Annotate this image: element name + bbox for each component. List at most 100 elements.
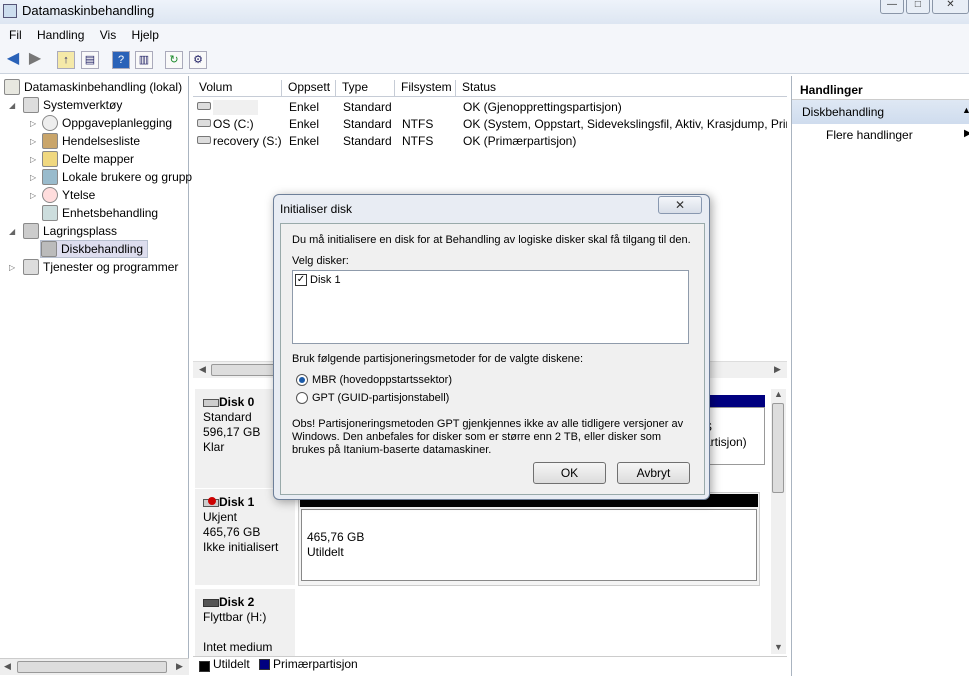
mbr-option[interactable]: MBR (hovedoppstartssektor) <box>296 374 452 387</box>
ok-button[interactable]: OK <box>533 462 606 484</box>
submenu-arrow-icon[interactable]: ▶ <box>964 128 969 139</box>
maximize-button[interactable]: □ <box>905 0 930 14</box>
scroll-left-icon[interactable]: ◀ <box>199 364 206 375</box>
legend-primary: Primærpartisjon <box>273 657 358 671</box>
disk1-label[interactable]: Disk 1 Ukjent 465,76 GB Ikke initialiser… <box>195 489 295 585</box>
volume-type: Standard <box>343 100 392 114</box>
back-arrow-icon[interactable]: ◀ <box>4 51 22 69</box>
disk2-label[interactable]: Disk 2 Flyttbar (H:) Intet medium <box>195 589 295 659</box>
collapse-arrow-icon[interactable]: ◢ <box>9 101 15 110</box>
volume-row[interactable]: Enkel Standard OK (Gjenopprettingspartis… <box>193 99 787 116</box>
actions-section-disk-management[interactable]: Diskbehandling ▲ <box>792 100 969 124</box>
tree-systemtools[interactable]: Systemverktøy <box>23 96 122 114</box>
expand-arrow-icon[interactable]: ▷ <box>9 263 15 272</box>
tree-item-task-scheduler[interactable]: Oppgaveplanlegging <box>42 114 172 132</box>
dialog-body: Du må initialisere en disk for at Behand… <box>280 223 705 495</box>
volume-layout: Enkel <box>289 100 320 114</box>
more-actions-link[interactable]: Flere handlinger <box>826 128 913 142</box>
refresh-icon[interactable]: ↻ <box>165 51 183 69</box>
expand-arrow-icon[interactable]: ▷ <box>30 119 36 128</box>
disk-pane-scroll-thumb[interactable] <box>772 403 784 493</box>
services-icon <box>23 259 39 275</box>
volume-status: OK (Gjenopprettingspartisjon) <box>463 100 622 114</box>
expand-arrow-icon[interactable]: ▷ <box>30 137 36 146</box>
menu-action[interactable]: Handling <box>31 24 90 42</box>
tree-item-label: Oppgaveplanlegging <box>62 116 173 130</box>
tree-horizontal-scrollbar[interactable]: ◀ ▶ <box>0 658 189 675</box>
disk2-type: Flyttbar (H:) <box>203 610 267 624</box>
actions-pane: Handlinger Diskbehandling ▲ Flere handli… <box>791 76 969 676</box>
tree-item-event-viewer[interactable]: Hendelsesliste <box>42 132 140 150</box>
tree-storage[interactable]: Lagringsplass <box>23 222 117 240</box>
event-log-icon <box>42 133 58 149</box>
tree-item-performance[interactable]: Ytelse <box>42 186 95 204</box>
scroll-down-icon[interactable]: ▼ <box>774 642 783 652</box>
collapse-arrow-icon[interactable]: ◢ <box>9 227 15 236</box>
scroll-right-icon[interactable]: ▶ <box>176 661 183 672</box>
disk1-status: Ikke initialisert <box>203 540 279 554</box>
column-volume[interactable]: Volum <box>193 80 282 97</box>
scroll-up-icon[interactable]: ▲ <box>774 389 783 399</box>
tree-scroll-thumb[interactable] <box>17 661 167 673</box>
column-status[interactable]: Status <box>456 80 787 97</box>
volume-name: recovery (S:) <box>213 134 282 148</box>
tree-storage-label: Lagringsplass <box>43 224 118 238</box>
column-type[interactable]: Type <box>336 80 395 97</box>
volume-row[interactable]: OS (C:) Enkel Standard NTFS OK (System, … <box>193 116 787 133</box>
up-folder-icon[interactable]: ↑ <box>57 51 75 69</box>
tree-item-disk-management[interactable]: Diskbehandling <box>40 240 149 258</box>
disk1-partition-size: 465,76 GB <box>307 530 365 544</box>
cancel-button[interactable]: Avbryt <box>617 462 690 484</box>
partition-method-label: Bruk følgende partisjoneringsmetoder for… <box>292 353 584 365</box>
volume-status: OK (Primærpartisjon) <box>463 134 577 148</box>
disk-management-icon <box>41 241 57 257</box>
mbr-radio[interactable] <box>296 374 308 387</box>
tree-item-shared-folders[interactable]: Delte mapper <box>42 150 134 168</box>
dialog-title: Initialiser disk <box>280 202 353 216</box>
disk2-name: Disk 2 <box>219 595 255 609</box>
collapse-section-icon[interactable]: ▲ <box>962 105 969 115</box>
clock-icon <box>42 115 58 131</box>
properties-icon[interactable]: ⚙ <box>189 51 207 69</box>
expand-arrow-icon[interactable]: ▷ <box>30 191 36 200</box>
volume-status: OK (System, Oppstart, Sidevekslingsfil, … <box>463 117 787 131</box>
show-hide-tree-icon[interactable]: ▤ <box>81 51 99 69</box>
menu-view[interactable]: Vis <box>94 24 122 42</box>
column-filesystem[interactable]: Filsystem <box>395 80 456 97</box>
menu-file[interactable]: Fil <box>0 24 28 42</box>
gpt-radio[interactable] <box>296 392 308 405</box>
legend-unallocated-swatch <box>199 661 210 673</box>
disk1-partition[interactable]: 465,76 GB Utildelt <box>301 509 757 581</box>
action-pane-icon[interactable]: ▥ <box>135 51 153 69</box>
disk1-checkbox[interactable]: ✓ <box>295 274 307 287</box>
disk-list-item-label: Disk 1 <box>310 274 341 286</box>
expand-arrow-icon[interactable]: ▷ <box>30 173 36 182</box>
volume-layout: Enkel <box>289 134 320 148</box>
disk1-size: 465,76 GB <box>203 525 261 539</box>
help-icon[interactable]: ? <box>112 51 130 69</box>
disk2-status: Intet medium <box>203 640 273 654</box>
forward-arrow-icon[interactable]: ▶ <box>26 51 44 69</box>
volume-row[interactable]: recovery (S:) Enkel Standard NTFS OK (Pr… <box>193 133 787 150</box>
computer-icon <box>4 79 20 95</box>
expand-arrow-icon[interactable]: ▷ <box>30 155 36 164</box>
menu-help[interactable]: Hjelp <box>126 24 165 42</box>
close-window-button[interactable]: ✕ <box>931 0 969 14</box>
minimize-button[interactable]: — <box>880 0 904 14</box>
tree-item-local-users[interactable]: Lokale brukere og grupp <box>42 168 192 186</box>
gpt-option[interactable]: GPT (GUID-partisjonstabell) <box>296 392 449 405</box>
disk-pane-vertical-scrollbar[interactable]: ▲ ▼ <box>771 389 786 654</box>
disk0-status: Klar <box>203 440 225 454</box>
tree-item-device-manager[interactable]: Enhetsbehandling <box>42 204 158 222</box>
tools-icon <box>23 97 39 113</box>
volume-name <box>213 100 258 115</box>
column-layout[interactable]: Oppsett <box>282 80 336 97</box>
tree-services[interactable]: Tjenester og programmer <box>23 258 178 276</box>
scroll-right-icon[interactable]: ▶ <box>774 364 781 375</box>
drive-icon <box>197 102 211 110</box>
disk0-partition[interactable]: S artisjon) <box>703 407 765 465</box>
disk-list-item[interactable]: ✓ Disk 1 <box>295 274 341 287</box>
tree-root[interactable]: Datamaskinbehandling (lokal) <box>4 78 182 96</box>
dialog-close-button[interactable]: ✕ <box>658 196 702 214</box>
scroll-left-icon[interactable]: ◀ <box>4 661 11 672</box>
